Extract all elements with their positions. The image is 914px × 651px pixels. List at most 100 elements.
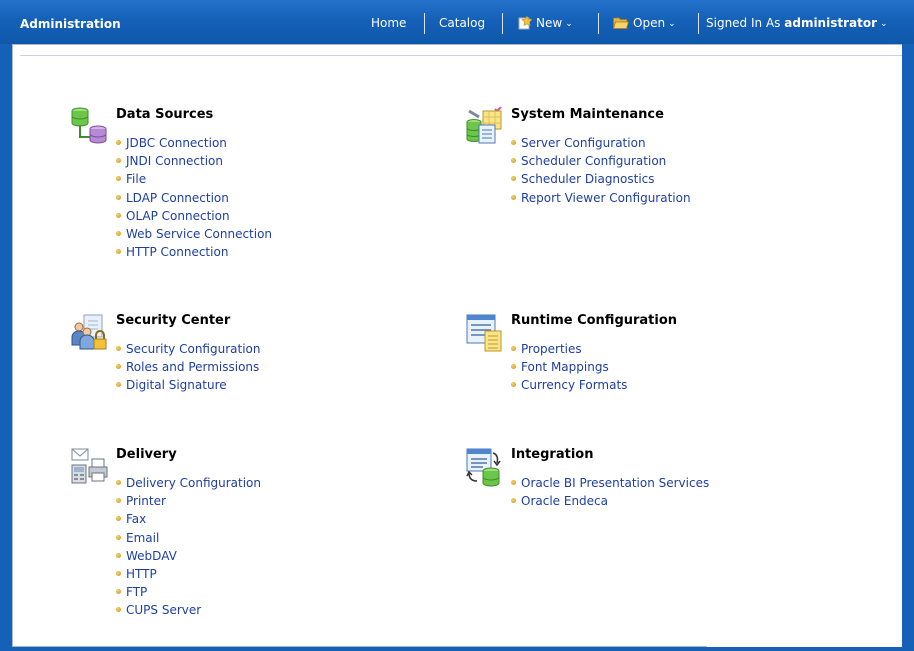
- bullet-icon: [116, 607, 121, 613]
- header-bar: Administration Home Catalog New ⌄ Open ⌄ S…: [0, 0, 914, 44]
- user-menu[interactable]: Signed In As administrator ⌄: [706, 16, 888, 30]
- page-title: Administration: [20, 17, 121, 31]
- link-list: Server Configuration Scheduler Configura…: [511, 134, 691, 207]
- new-label: New: [536, 16, 563, 30]
- new-document-icon: [518, 16, 532, 30]
- signed-in-label: Signed In As: [706, 16, 781, 30]
- link-list: Properties Font Mappings Currency Format…: [511, 340, 627, 395]
- http-connection-link[interactable]: HTTP Connection: [126, 245, 228, 259]
- open-label: Open: [633, 16, 666, 30]
- new-menu[interactable]: New ⌄: [518, 16, 573, 30]
- jndi-connection-link[interactable]: JNDI Connection: [126, 154, 223, 168]
- list-item: OLAP Connection: [116, 207, 272, 225]
- bullet-icon: [116, 176, 121, 182]
- open-menu[interactable]: Open ⌄: [613, 16, 676, 30]
- nav-divider: [598, 13, 599, 34]
- nav-divider: [424, 13, 425, 34]
- digital-signature-link[interactable]: Digital Signature: [126, 378, 227, 392]
- section-runtime-configuration: Runtime Configuration Properties Font Ma…: [465, 313, 865, 403]
- database-icon: [71, 107, 107, 144]
- oracle-bi-presentation-services-link[interactable]: Oracle BI Presentation Services: [521, 476, 709, 490]
- web-service-connection-link[interactable]: Web Service Connection: [126, 227, 272, 241]
- list-item: File: [116, 170, 272, 188]
- bullet-icon: [116, 212, 121, 218]
- currency-formats-link[interactable]: Currency Formats: [521, 378, 627, 392]
- roles-and-permissions-link[interactable]: Roles and Permissions: [126, 360, 259, 374]
- webdav-link[interactable]: WebDAV: [126, 549, 177, 563]
- chevron-down-icon: ⌄: [668, 19, 676, 29]
- section-data-sources: Data Sources JDBC Connection JNDI Connec…: [70, 107, 430, 267]
- jdbc-connection-link[interactable]: JDBC Connection: [126, 136, 227, 150]
- bullet-icon: [116, 534, 121, 540]
- email-link[interactable]: Email: [126, 531, 159, 545]
- http-link[interactable]: HTTP: [126, 567, 157, 581]
- bullet-icon: [511, 346, 516, 351]
- link-list: Delivery Configuration Printer Fax Email…: [116, 474, 261, 620]
- list-item: Font Mappings: [511, 358, 627, 376]
- chevron-down-icon: ⌄: [880, 19, 888, 29]
- bullet-icon: [116, 140, 121, 145]
- bullet-icon: [511, 158, 516, 164]
- runtime-config-icon: [466, 314, 502, 352]
- section-security-center: Security Center Security Configuration R…: [70, 313, 430, 403]
- link-list: JDBC Connection JNDI Connection File LDA…: [116, 134, 272, 261]
- olap-connection-link[interactable]: OLAP Connection: [126, 209, 230, 223]
- users-lock-icon: [71, 314, 107, 350]
- security-configuration-link[interactable]: Security Configuration: [126, 342, 260, 356]
- ftp-link[interactable]: FTP: [126, 585, 147, 599]
- list-item: JNDI Connection: [116, 152, 272, 170]
- file-link[interactable]: File: [126, 172, 146, 186]
- printer-link[interactable]: Printer: [126, 494, 166, 508]
- bullet-icon: [116, 230, 121, 236]
- cups-server-link[interactable]: CUPS Server: [126, 603, 201, 617]
- section-system-maintenance: System Maintenance Server Configuration …: [465, 107, 865, 217]
- oracle-endeca-link[interactable]: Oracle Endeca: [521, 494, 608, 508]
- list-item: JDBC Connection: [116, 134, 272, 152]
- section-title: Data Sources: [116, 107, 214, 122]
- list-item: Server Configuration: [511, 134, 691, 152]
- list-item: FTP: [116, 583, 261, 601]
- nav-divider: [502, 13, 503, 34]
- list-item: Email: [116, 529, 261, 547]
- list-item: Digital Signature: [116, 376, 260, 394]
- bullet-icon: [511, 382, 516, 388]
- bullet-icon: [116, 516, 121, 522]
- bullet-icon: [116, 249, 121, 255]
- delivery-configuration-link[interactable]: Delivery Configuration: [126, 476, 261, 490]
- scheduler-configuration-link[interactable]: Scheduler Configuration: [521, 154, 666, 168]
- list-item: Currency Formats: [511, 376, 627, 394]
- report-viewer-configuration-link[interactable]: Report Viewer Configuration: [521, 191, 691, 205]
- frame-right-border: [902, 44, 914, 651]
- list-item: CUPS Server: [116, 601, 261, 619]
- section-delivery: Delivery Delivery Configuration Printer …: [70, 447, 430, 622]
- link-list: Oracle BI Presentation Services Oracle E…: [511, 474, 709, 510]
- scheduler-diagnostics-link[interactable]: Scheduler Diagnostics: [521, 172, 655, 186]
- home-link[interactable]: Home: [371, 16, 406, 30]
- list-item: Roles and Permissions: [116, 358, 260, 376]
- section-title: Runtime Configuration: [511, 313, 678, 328]
- user-name: administrator: [784, 16, 878, 30]
- bullet-icon: [116, 158, 121, 164]
- frame-bottom-gap: [707, 645, 902, 647]
- bullet-icon: [116, 498, 121, 504]
- frame-left-border: [0, 44, 12, 651]
- server-configuration-link[interactable]: Server Configuration: [521, 136, 646, 150]
- section-title: Delivery: [116, 447, 177, 462]
- fax-link[interactable]: Fax: [126, 512, 146, 526]
- bullet-icon: [116, 480, 121, 485]
- font-mappings-link[interactable]: Font Mappings: [521, 360, 609, 374]
- catalog-link[interactable]: Catalog: [439, 16, 485, 30]
- bullet-icon: [511, 364, 516, 370]
- ldap-connection-link[interactable]: LDAP Connection: [126, 191, 229, 205]
- list-item: Delivery Configuration: [116, 474, 261, 492]
- list-item: HTTP Connection: [116, 243, 272, 261]
- frame-bottom-border: [12, 647, 902, 651]
- delivery-icon: [71, 448, 108, 484]
- properties-link[interactable]: Properties: [521, 342, 582, 356]
- list-item: HTTP: [116, 565, 261, 583]
- section-integration: Integration Oracle BI Presentation Servi…: [465, 447, 865, 517]
- bullet-icon: [511, 194, 516, 200]
- panel-divider: [20, 55, 902, 56]
- list-item: Report Viewer Configuration: [511, 189, 691, 207]
- bullet-icon: [116, 364, 121, 370]
